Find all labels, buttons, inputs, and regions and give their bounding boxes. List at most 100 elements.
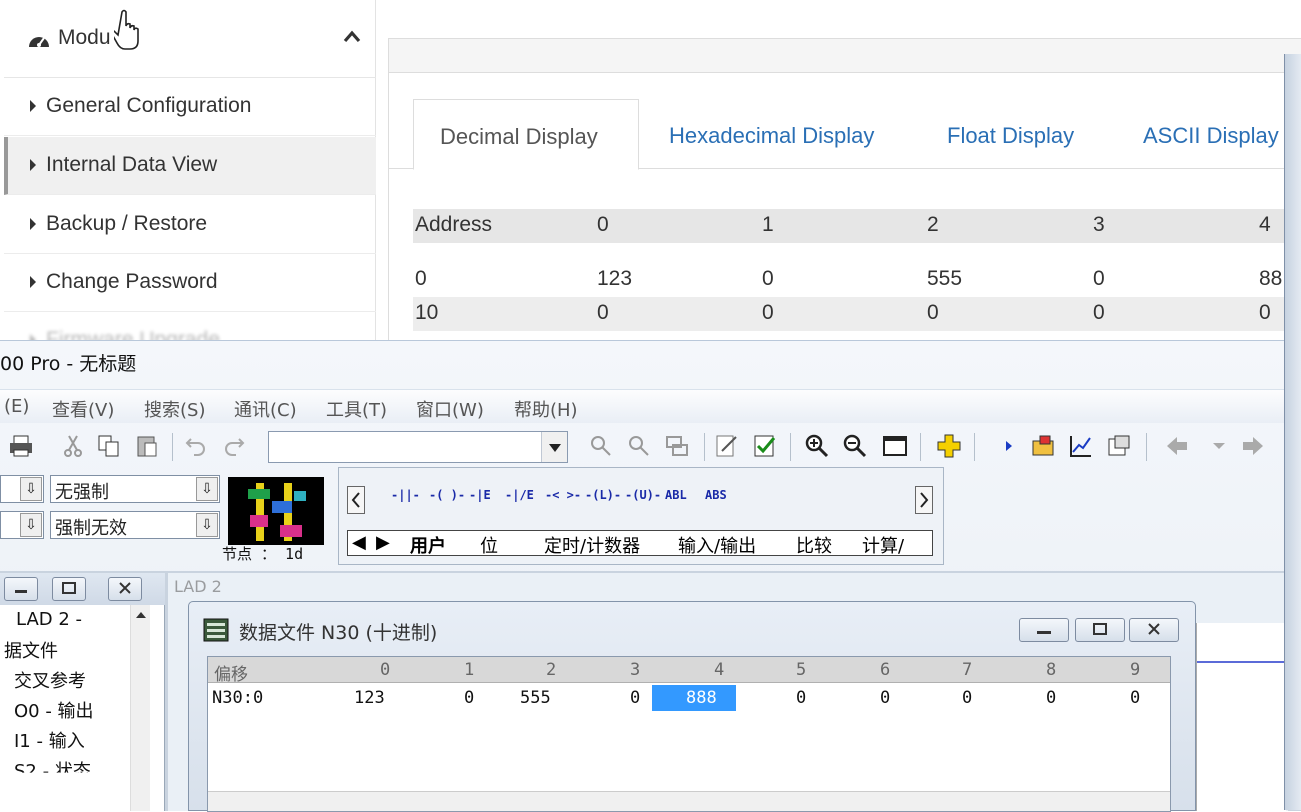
tree-item[interactable]: 交叉参考 [14, 667, 86, 693]
sidebar-item-backup-restore[interactable]: Backup / Restore [4, 196, 376, 254]
menu-search[interactable]: 搜索(S) [144, 396, 205, 422]
tab-compare[interactable]: 比较 [796, 532, 832, 558]
tab-timer-counter[interactable]: 定时/计数器 [544, 532, 640, 558]
properties-icon[interactable] [1106, 433, 1132, 459]
force-select-1[interactable]: 无强制 ⇩ [50, 475, 220, 503]
minimize-button[interactable] [4, 577, 38, 601]
arrow-left-icon[interactable] [1164, 433, 1190, 459]
table-cell: 10 [415, 301, 439, 324]
table-cell[interactable]: 0 [796, 688, 806, 708]
tab-float-display[interactable]: Float Display [947, 99, 1074, 169]
find-next-icon[interactable] [626, 433, 652, 459]
table-cell: 123 [597, 267, 633, 290]
chevron-down-icon[interactable]: ⇩ [20, 477, 42, 501]
maximize-button[interactable] [1075, 618, 1125, 642]
print-icon[interactable] [8, 433, 34, 459]
tree-item[interactable]: LAD 2 - [16, 609, 82, 630]
maximize-button[interactable] [52, 577, 86, 601]
force-dropdown-2[interactable]: ⇩ [0, 511, 44, 539]
replace-icon[interactable] [664, 433, 690, 459]
tab-hexadecimal-display[interactable]: Hexadecimal Display [669, 99, 874, 169]
menu-comms[interactable]: 通讯(C) [234, 396, 297, 422]
minimize-button[interactable] [1019, 618, 1069, 642]
sidebar-item-internal-data-view[interactable]: Internal Data View [4, 137, 376, 195]
scroll-up-icon[interactable] [131, 605, 151, 625]
instr-otu[interactable]: -(U)- [625, 488, 661, 502]
toolbar-separator [974, 433, 975, 461]
zoom-out-icon[interactable] [842, 433, 868, 459]
chevron-up-icon[interactable] [342, 28, 362, 44]
paste-icon[interactable] [134, 433, 160, 459]
table-cell[interactable]: 555 [520, 688, 551, 708]
sidebar-section-header[interactable]: Modu [4, 0, 376, 78]
cut-icon[interactable] [60, 433, 86, 459]
tab-ascii-display[interactable]: ASCII Display [1143, 99, 1279, 169]
instr-ote-coil[interactable]: -< >- [545, 488, 581, 502]
tab-compute[interactable]: 计算/ [862, 532, 904, 558]
tab-scroll-left-icon[interactable]: ◀ [352, 532, 366, 553]
tab-user[interactable]: 用户 [410, 532, 446, 558]
ladder-editor[interactable] [1196, 623, 1287, 811]
arrow-right-icon[interactable] [1240, 433, 1266, 459]
tab-input-output[interactable]: 输入/输出 [678, 532, 756, 558]
chart-icon[interactable] [1068, 433, 1094, 459]
redo-icon[interactable] [222, 433, 248, 459]
table-cell[interactable]: 123 [354, 688, 385, 708]
verify-icon[interactable] [752, 433, 778, 459]
close-button[interactable] [1129, 618, 1179, 642]
tree-item[interactable]: 据文件 [4, 637, 58, 663]
table-cell[interactable]: 0 [1046, 688, 1056, 708]
table-cell[interactable]: 0 [1130, 688, 1140, 708]
sidebar-item-general-configuration[interactable]: General Configuration [4, 78, 376, 136]
sidebar-item-firmware-upgrade[interactable]: Firmware Upgrade [4, 312, 376, 340]
tab-decimal-display[interactable]: Decimal Display [413, 99, 639, 170]
palette-scroll-left-icon[interactable] [347, 486, 365, 514]
instr-xic[interactable]: -||- [391, 488, 420, 502]
table-cell[interactable]: 0 [880, 688, 890, 708]
menu-view[interactable]: 查看(V) [52, 396, 114, 422]
window-icon[interactable] [882, 433, 908, 459]
instr-xio-neg[interactable]: -|/E [505, 488, 534, 502]
tab-scroll-right-icon[interactable]: ▶ [376, 532, 390, 553]
menu-help[interactable]: 帮助(H) [514, 396, 578, 422]
zoom-in-icon[interactable] [804, 433, 830, 459]
table-cell-selected[interactable]: 888 [686, 688, 717, 708]
copy-icon[interactable] [96, 433, 122, 459]
tab-bit[interactable]: 位 [480, 532, 498, 558]
instr-ote[interactable]: -( )- [429, 488, 465, 502]
instr-abs[interactable]: ABS [705, 488, 727, 502]
edit-document-icon[interactable] [714, 433, 740, 459]
palette-scroll-right-icon[interactable] [915, 486, 933, 514]
search-combo[interactable] [268, 431, 568, 463]
instr-xio[interactable]: -|E [469, 488, 491, 502]
sidebar-item-change-password[interactable]: Change Password [4, 254, 376, 312]
instr-abl[interactable]: ABL [665, 488, 687, 502]
add-icon[interactable] [936, 433, 962, 459]
grid-horizontal-scrollbar[interactable] [208, 791, 1170, 811]
force-select-2[interactable]: 强制无效 ⇩ [50, 511, 220, 539]
table-cell[interactable]: 0 [464, 688, 474, 708]
menu-edit[interactable]: (E) [4, 396, 29, 417]
chevron-down-icon[interactable]: ⇩ [196, 477, 218, 501]
tree-item[interactable]: O0 - 输出 [14, 697, 94, 723]
undo-icon[interactable] [182, 433, 208, 459]
close-button[interactable] [108, 577, 142, 601]
find-icon[interactable] [588, 433, 614, 459]
tree-item[interactable]: S2 - 状态 [14, 757, 91, 773]
sidebar-item-label: Backup / Restore [46, 212, 208, 235]
instr-otl[interactable]: -(L)- [585, 488, 621, 502]
play-icon[interactable] [996, 433, 1022, 459]
force-dropdown-1[interactable]: ⇩ [0, 475, 44, 503]
chevron-down-icon[interactable] [541, 432, 567, 462]
table-cell[interactable]: 0 [962, 688, 972, 708]
chevron-down-icon[interactable]: ⇩ [20, 513, 42, 537]
tree-scrollbar[interactable] [130, 605, 150, 811]
table-cell[interactable]: 0 [630, 688, 640, 708]
menu-tools[interactable]: 工具(T) [326, 396, 387, 422]
folder-icon[interactable] [1030, 433, 1056, 459]
column-header: 9 [1130, 660, 1141, 680]
chevron-down-icon[interactable]: ⇩ [196, 513, 218, 537]
tree-item[interactable]: I1 - 输入 [14, 727, 85, 753]
menu-window[interactable]: 窗口(W) [416, 396, 484, 422]
chevron-down-icon[interactable] [1206, 433, 1232, 459]
